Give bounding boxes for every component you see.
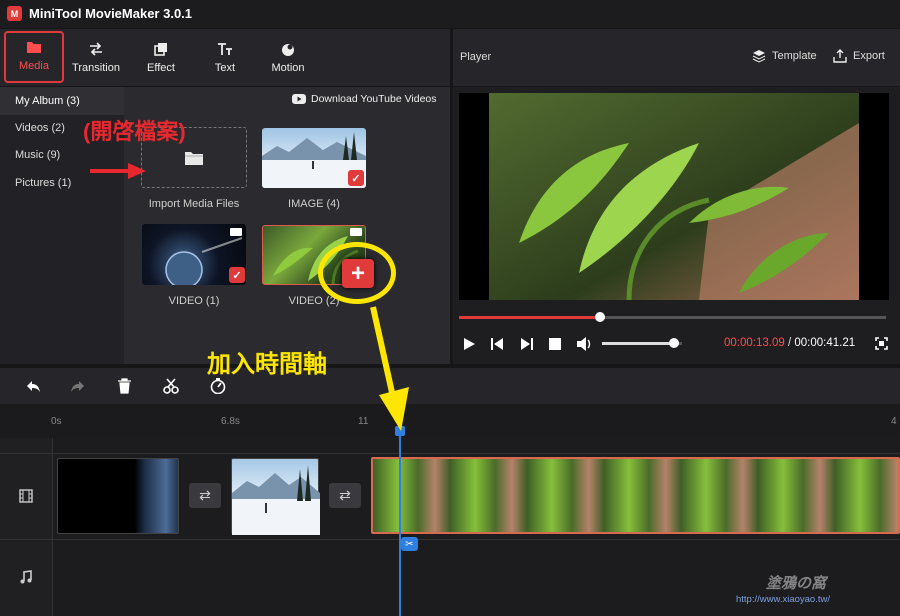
tab-media-label: Media (19, 60, 49, 72)
tick-label: 6.8s (221, 416, 240, 427)
folder-icon (27, 42, 41, 53)
video-preview (459, 93, 889, 301)
time-readout: 00:00:13.09 / 00:00:41.21 (724, 337, 855, 349)
video-camera-icon (350, 228, 362, 236)
redo-icon[interactable] (70, 378, 86, 394)
tab-transition-label: Transition (72, 62, 120, 74)
tab-transition[interactable]: Transition (66, 31, 126, 83)
playhead-line[interactable] (399, 426, 401, 616)
playback-scrubber[interactable] (594, 312, 605, 322)
tab-text-label: Text (214, 62, 236, 74)
watermark-title: 塗鴉の窩 (766, 575, 827, 592)
media-item-image-label: IMAGE (4) (288, 198, 340, 210)
template-button[interactable]: Template (752, 49, 817, 63)
tab-media[interactable]: Media (4, 31, 64, 83)
tab-text[interactable]: Text (195, 31, 255, 83)
annotation-add-to-timeline: 加入時間軸 (207, 351, 327, 378)
tab-motion[interactable]: Motion (258, 31, 318, 83)
download-youtube-label: Download YouTube Videos (311, 93, 437, 105)
transition-icon: ⇄ (339, 487, 351, 503)
transition-slot-button[interactable]: ⇄ (329, 483, 361, 508)
timeline-clip-video-1[interactable] (57, 458, 179, 534)
template-label: Template (772, 50, 817, 62)
red-arrow-annotation (90, 163, 146, 179)
current-time: 00:00:13.09 (724, 337, 785, 349)
play-icon[interactable] (462, 337, 476, 351)
next-frame-icon[interactable] (520, 337, 534, 351)
playback-progress-fill (459, 316, 600, 319)
volume-icon[interactable] (576, 336, 592, 352)
scissors-icon[interactable] (163, 378, 179, 394)
watermark-url: http://www.xiaoyao.tw/ (736, 594, 830, 605)
yellow-arrow-annotation (370, 306, 409, 431)
timeline-ruler[interactable] (0, 404, 900, 438)
sidebar-item-my-album[interactable]: My Album (3) (0, 87, 124, 115)
transition-icon: ⇄ (199, 487, 211, 503)
track-divider (0, 539, 900, 540)
timeline-clip-video-2[interactable] (371, 457, 900, 534)
add-to-timeline-button[interactable]: + (342, 259, 374, 288)
transition-slot-button[interactable]: ⇄ (189, 483, 221, 508)
delete-icon[interactable] (117, 378, 132, 394)
tick-label: 0s (51, 416, 62, 427)
undo-icon[interactable] (25, 378, 41, 394)
tab-effect-label: Effect (147, 62, 175, 74)
time-separator: / (784, 337, 795, 349)
effect-icon (154, 43, 167, 56)
tab-effect[interactable]: Effect (131, 31, 191, 83)
stop-icon[interactable] (548, 337, 562, 351)
split-scissors-button[interactable]: ✂ (401, 537, 418, 551)
export-icon (833, 49, 847, 63)
volume-slider-knob[interactable] (669, 338, 679, 348)
layers-icon (752, 50, 766, 63)
added-checkmark-icon: ✓ (348, 170, 364, 186)
export-label: Export (853, 50, 885, 62)
download-youtube-button[interactable]: Download YouTube Videos (292, 93, 437, 105)
tab-motion-label: Motion (271, 62, 305, 74)
folder-icon (185, 151, 203, 165)
preview-frame-image (489, 93, 859, 301)
app-title: MiniTool MovieMaker 3.0.1 (29, 6, 193, 21)
music-note-icon (20, 570, 32, 584)
video-camera-icon (230, 228, 242, 236)
track-divider (0, 453, 900, 454)
track-header-divider (52, 438, 53, 616)
total-time: 00:00:41.21 (794, 337, 856, 349)
motion-icon (282, 44, 294, 56)
player-title: Player (460, 51, 492, 63)
text-icon (218, 43, 232, 55)
media-item-video-1-label: VIDEO (1) (168, 295, 220, 307)
timeline-clip-image[interactable] (231, 458, 320, 535)
scissors-icon: ✂ (405, 538, 414, 550)
tick-label: 4 (891, 416, 897, 427)
added-checkmark-icon: ✓ (229, 267, 245, 283)
transition-icon (90, 42, 102, 56)
timeline-toolbar (0, 368, 900, 404)
app-logo: M (7, 6, 22, 21)
speed-icon[interactable] (210, 378, 226, 394)
volume-slider-fill (602, 342, 674, 345)
mountain-snow-image (232, 465, 320, 535)
annotation-open-file: (開啓檔案) (83, 119, 186, 144)
export-button[interactable]: Export (833, 49, 885, 63)
fullscreen-icon[interactable] (875, 337, 888, 350)
import-media-label: Import Media Files (148, 198, 240, 210)
previous-frame-icon[interactable] (490, 337, 504, 351)
film-icon (19, 489, 33, 503)
track-headers (0, 438, 52, 616)
youtube-icon (292, 94, 306, 104)
